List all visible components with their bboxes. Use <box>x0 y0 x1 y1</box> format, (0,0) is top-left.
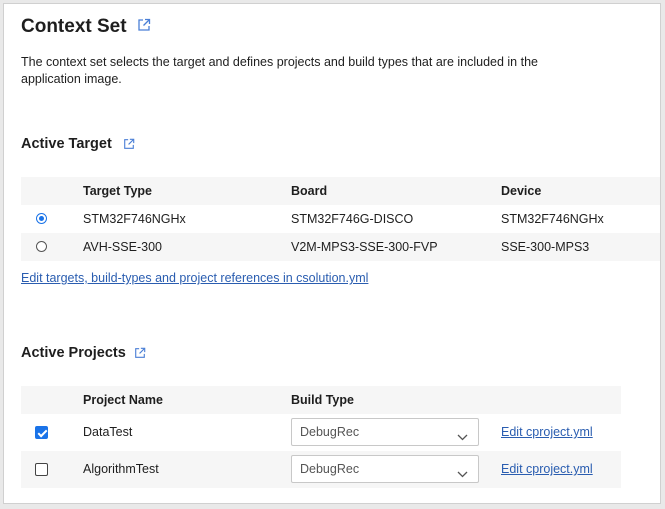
table-row: DataTest DebugRec Edit cproject.yml <box>21 414 621 451</box>
context-set-panel: Context Set The context set selects the … <box>3 3 661 504</box>
device-cell: STM32F746NGHx <box>501 212 604 226</box>
table-row[interactable]: AVH-SSE-300 V2M-MPS3-SSE-300-FVP SSE-300… <box>21 233 660 261</box>
table-header-row: Project Name Build Type <box>21 386 621 414</box>
chevron-down-icon <box>457 465 468 483</box>
build-type-value: DebugRec <box>300 462 360 476</box>
build-type-value: DebugRec <box>300 425 360 439</box>
projects-table: Project Name Build Type DataTest DebugRe… <box>21 386 621 488</box>
project-checkbox[interactable] <box>35 463 48 476</box>
board-cell: STM32F746G-DISCO <box>291 212 414 226</box>
target-table: Target Type Board Device STM32F746NGHx S… <box>21 177 660 261</box>
target-radio[interactable] <box>36 241 47 252</box>
column-header: Project Name <box>83 393 163 407</box>
table-row[interactable]: STM32F746NGHx STM32F746G-DISCO STM32F746… <box>21 205 660 233</box>
page-description: The context set selects the target and d… <box>21 55 538 86</box>
external-link-icon[interactable] <box>137 18 151 37</box>
column-header: Build Type <box>291 393 354 407</box>
build-type-select[interactable]: DebugRec <box>291 455 479 483</box>
column-header: Device <box>501 184 542 198</box>
target-type-cell: STM32F746NGHx <box>83 212 186 226</box>
table-row: AlgorithmTest DebugRec Edit cproject.yml <box>21 451 621 488</box>
project-checkbox[interactable] <box>35 426 48 439</box>
target-type-cell: AVH-SSE-300 <box>83 240 162 254</box>
page-title: Context Set <box>21 16 127 37</box>
edit-cproject-link[interactable]: Edit cproject.yml <box>501 418 593 446</box>
active-target-title: Active Target <box>21 136 112 152</box>
build-type-select[interactable]: DebugRec <box>291 418 479 446</box>
column-header: Target Type <box>83 184 152 198</box>
column-header: Board <box>291 184 328 198</box>
target-radio[interactable] <box>36 213 47 224</box>
external-link-icon[interactable] <box>123 137 135 155</box>
edit-cproject-link[interactable]: Edit cproject.yml <box>501 455 593 483</box>
table-header-row: Target Type Board Device <box>21 177 660 205</box>
project-name-cell: AlgorithmTest <box>83 462 159 476</box>
edit-csolution-link[interactable]: Edit targets, build-types and project re… <box>21 271 368 285</box>
project-name-cell: DataTest <box>83 425 133 439</box>
board-cell: V2M-MPS3-SSE-300-FVP <box>291 240 438 254</box>
active-projects-title: Active Projects <box>21 345 126 361</box>
chevron-down-icon <box>457 428 468 446</box>
device-cell: SSE-300-MPS3 <box>501 240 590 254</box>
external-link-icon[interactable] <box>134 346 146 364</box>
